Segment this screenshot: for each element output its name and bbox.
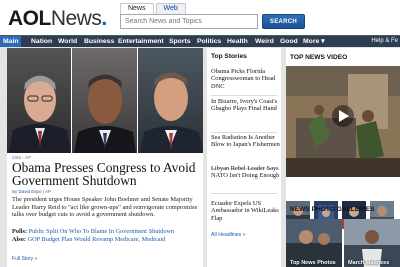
search-input[interactable] <box>120 14 258 29</box>
search-tab-web[interactable]: Web <box>155 3 186 14</box>
nav-item-main[interactable]: Main <box>0 36 22 47</box>
top-stories-title: Top Stories <box>211 53 247 60</box>
news-photo-galleries-title: NEWS PHOTO GALLERIES <box>290 206 375 213</box>
search-button[interactable]: SEARCH <box>262 14 305 29</box>
polls-link[interactable]: Public Split On Who To Blame In Governme… <box>29 228 175 235</box>
lead-headline[interactable]: Obama Presses Congress to Avoid Governme… <box>12 161 200 187</box>
video-player[interactable] <box>286 66 400 177</box>
nav-item-world[interactable]: World <box>55 36 80 47</box>
story-link-3[interactable]: Sea Radiation Is Another Blow to Japan's… <box>211 134 281 149</box>
lead-story-photo[interactable] <box>7 48 203 153</box>
search-tab-news[interactable]: News <box>120 3 154 14</box>
divider <box>211 95 277 96</box>
divider <box>211 132 277 133</box>
nav-item-weird[interactable]: Weird <box>252 36 277 47</box>
full-story-link[interactable]: Full Story » <box>12 256 37 262</box>
top-stories: Top Stories Obama Picks Florida Congress… <box>207 48 281 267</box>
story-link-5[interactable]: Ecuador Expels US Ambassador in WikiLeak… <box>211 200 281 222</box>
nav-item-more[interactable]: More ▾ <box>300 36 328 47</box>
all-headlines-link[interactable]: All Headlines » <box>211 232 246 238</box>
gallery-caption: March Madness <box>348 260 390 266</box>
nav-item-health[interactable]: Health <box>224 36 251 47</box>
search-tabs: News Web <box>120 3 188 14</box>
related-polls: Polls: Public Split On Who To Blame In G… <box>12 228 175 235</box>
also-link[interactable]: GOP Budget Plan Would Revamp Medicare, M… <box>28 236 166 243</box>
lead-story: CBS - AP Obama Presses Congress to Avoid… <box>7 48 203 267</box>
nav-item-nation[interactable]: Nation <box>28 36 55 47</box>
story-link-2[interactable]: In Bizarre, Ivory's Coast's Gbagbo Plays… <box>211 98 281 113</box>
aol-news-logo[interactable]: AOLNews. <box>8 7 107 31</box>
byline-author[interactable]: David Espo <box>19 189 42 194</box>
nav-item-politics[interactable]: Politics <box>194 36 224 47</box>
story-link-4[interactable]: Libyan Rebel Leader Says NATO Isn't Doin… <box>211 165 281 180</box>
related-also: Also: GOP Budget Plan Would Revamp Medic… <box>12 236 166 243</box>
section-nav: Main Nation World Business Entertainment… <box>0 35 400 47</box>
gallery-caption: Top News Photos <box>290 260 336 266</box>
help-link[interactable]: Help & Fe <box>371 36 398 47</box>
site-header: AOLNews. News Web SEARCH <box>0 0 400 35</box>
gallery-top-news-photos[interactable]: Top News Photos <box>286 219 342 267</box>
gallery-march-madness[interactable]: March Madness <box>344 219 400 267</box>
top-news-video-title: TOP NEWS VIDEO <box>290 54 348 61</box>
byline: By David Espo | AP <box>12 189 51 194</box>
nav-item-entertainment[interactable]: Entertainment <box>115 36 167 47</box>
divider <box>211 193 277 194</box>
lead-summary: The president urges House Speaker John B… <box>12 196 198 219</box>
nav-item-sports[interactable]: Sports <box>166 36 194 47</box>
nav-item-business[interactable]: Business <box>81 36 117 47</box>
story-link-1[interactable]: Obama Picks Florida Congresswoman to Hea… <box>211 68 281 90</box>
nav-item-good[interactable]: Good <box>277 36 301 47</box>
